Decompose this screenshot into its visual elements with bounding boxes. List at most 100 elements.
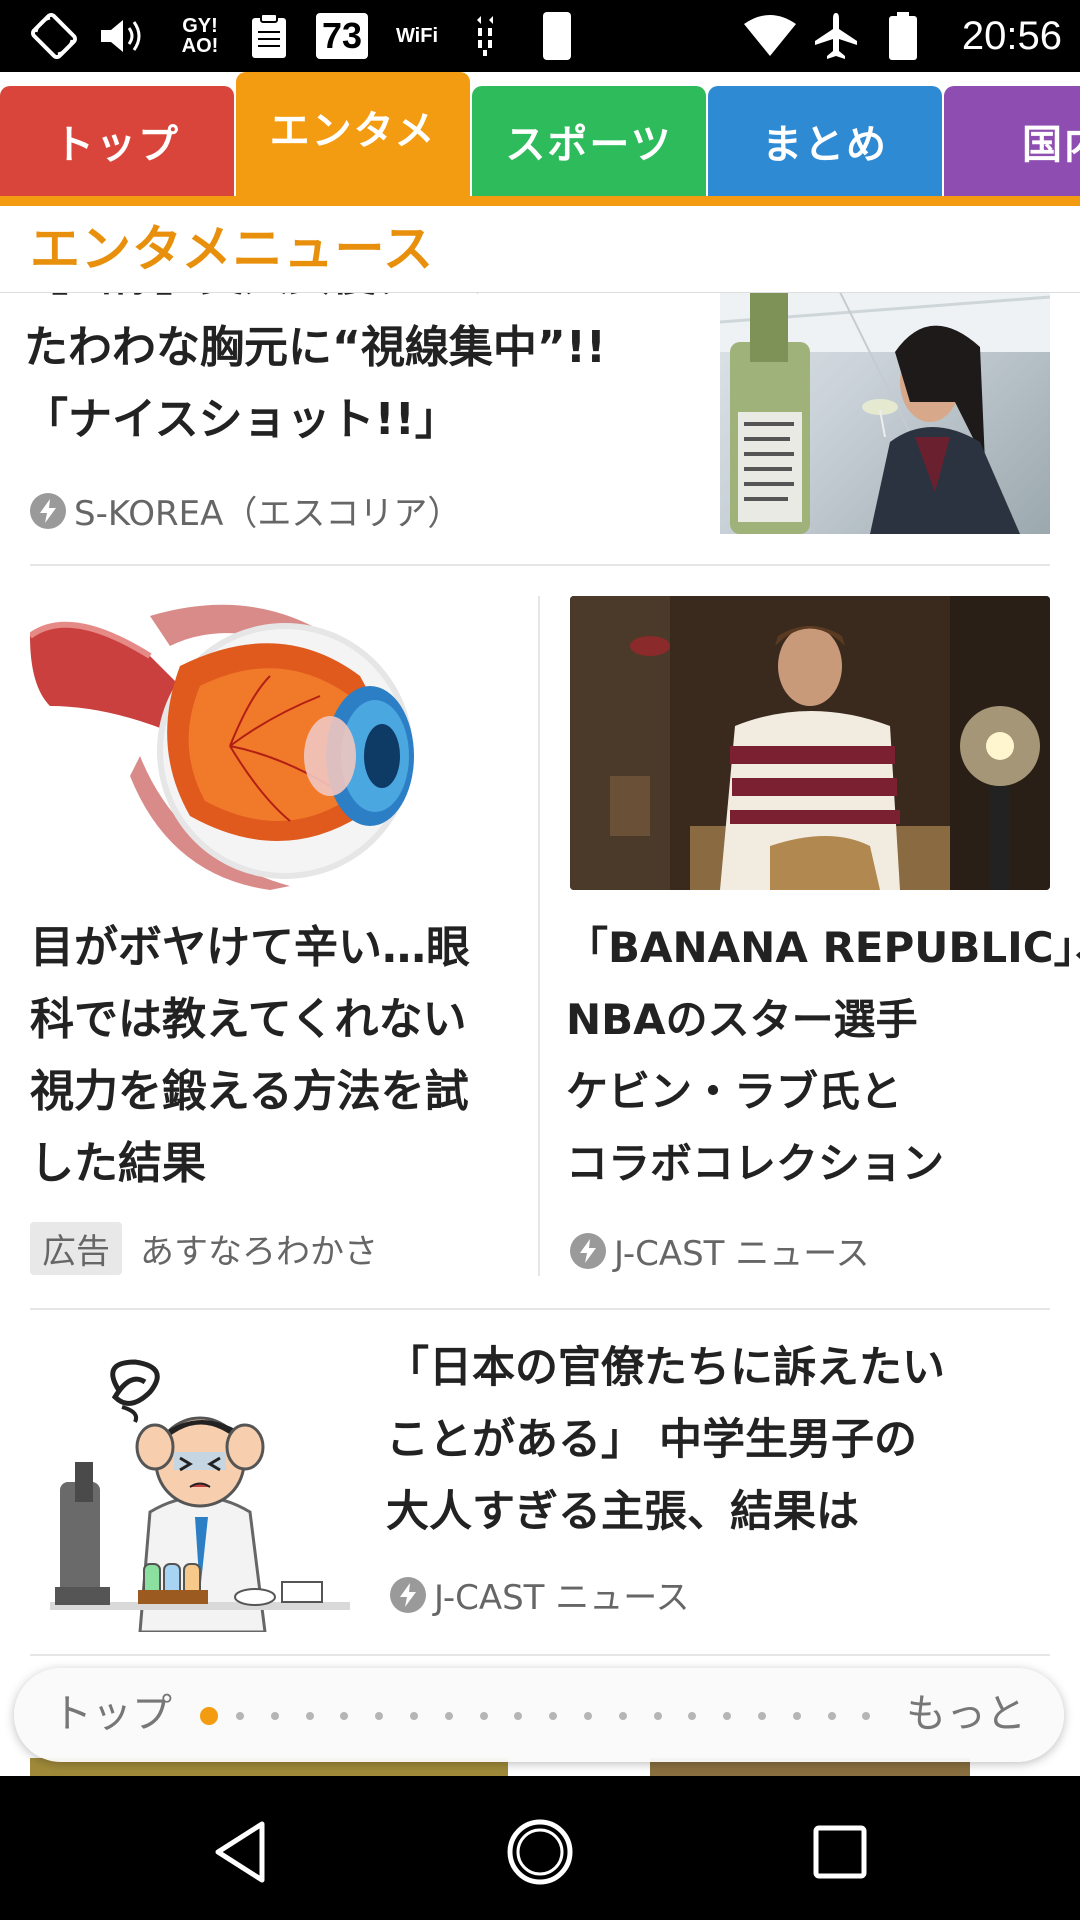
page-indicator-bar[interactable]: トップ もっと bbox=[14, 1668, 1064, 1762]
woman-with-wine-photo[interactable] bbox=[720, 292, 1050, 534]
column-divider bbox=[538, 596, 540, 1276]
headline-line: した結果 bbox=[30, 1138, 206, 1189]
pager-more-link[interactable]: もっと bbox=[906, 1686, 1026, 1742]
pager-top-link[interactable]: トップ bbox=[52, 1686, 172, 1742]
news-feed[interactable]: 【画像】美人女優ダンテの たわわな胸元に“視線集中”!! 「ナイスショット!!」… bbox=[0, 292, 1080, 1776]
page-dot[interactable] bbox=[862, 1712, 871, 1720]
tab-label: 国内 bbox=[1022, 122, 1080, 168]
recents-button[interactable] bbox=[800, 1812, 880, 1892]
page-dots bbox=[200, 1706, 897, 1726]
source-label: あすなろわかさ bbox=[140, 1232, 378, 1272]
headline-line: コラボコレクション bbox=[566, 1139, 945, 1188]
battery-icon bbox=[886, 10, 920, 62]
back-button[interactable] bbox=[200, 1812, 280, 1892]
tabs-underline bbox=[0, 196, 1080, 206]
headline-line: NBAのスター選手 bbox=[566, 995, 918, 1044]
headline-line: 「ナイスショット!!」 bbox=[24, 394, 459, 445]
article-source: J-CAST ニュース bbox=[570, 1226, 870, 1275]
article-divider bbox=[30, 1654, 1050, 1656]
recents-icon bbox=[813, 1825, 867, 1879]
page-dot-active[interactable] bbox=[200, 1707, 218, 1725]
page-dot[interactable] bbox=[375, 1712, 384, 1720]
back-icon bbox=[215, 1821, 265, 1883]
article-source: S-KOREA（エスコリア） bbox=[30, 486, 461, 535]
article-headline[interactable]: 「BANANA REPUBLIC」、 NBAのスター選手 ケビン・ラブ氏と コラ… bbox=[566, 912, 1080, 1200]
moon-icon bbox=[540, 10, 574, 62]
source-label: J-CAST ニュース bbox=[614, 1234, 870, 1274]
page-dot[interactable] bbox=[479, 1712, 488, 1720]
wifi-signal-icon bbox=[740, 10, 800, 62]
headline-line: ことがある」 中学生男子の bbox=[386, 1415, 917, 1465]
headline-line: ケビン・ラブ氏と bbox=[566, 1067, 903, 1116]
confused-scientist-illustration[interactable] bbox=[40, 1352, 350, 1632]
page-dot[interactable] bbox=[514, 1712, 523, 1720]
page-dot[interactable] bbox=[409, 1712, 418, 1720]
status-bar: GY! AO! 73 WiFi 20:56 bbox=[0, 0, 1080, 72]
tab-matome[interactable]: まとめ bbox=[708, 86, 942, 196]
headline-line: 目がボヤけて辛い…眼 bbox=[30, 922, 470, 973]
wifi-app-icon: WiFi bbox=[390, 10, 444, 62]
airplane-icon bbox=[808, 10, 864, 62]
page-dot[interactable] bbox=[340, 1712, 349, 1720]
tab-sports[interactable]: スポーツ bbox=[472, 86, 706, 196]
gyao-icon: GY! AO! bbox=[174, 10, 226, 62]
headline-line: 視力を鍛える方法を試 bbox=[30, 1066, 469, 1117]
tab-entame[interactable]: エンタメ bbox=[236, 72, 470, 196]
headline-line: たわわな胸元に“視線集中”!! bbox=[24, 322, 606, 373]
man-in-sweater-photo[interactable] bbox=[570, 596, 1050, 890]
article-divider bbox=[30, 1308, 1050, 1310]
source-label: J-CAST ニュース bbox=[434, 1578, 690, 1618]
volume-icon bbox=[96, 10, 148, 62]
lightning-icon bbox=[570, 1232, 606, 1269]
home-icon bbox=[507, 1819, 573, 1885]
gyao-label: GY! AO! bbox=[181, 15, 219, 57]
page-dot[interactable] bbox=[305, 1712, 314, 1720]
headline-line: 大人すぎる主張、結果は bbox=[386, 1487, 859, 1537]
lightning-icon bbox=[30, 492, 66, 529]
page-dot[interactable] bbox=[653, 1712, 662, 1720]
tab-label: スポーツ bbox=[505, 122, 673, 168]
tab-kokunai[interactable]: 国内 bbox=[944, 86, 1080, 196]
page-dot[interactable] bbox=[792, 1712, 801, 1720]
tab-top[interactable]: トップ bbox=[0, 86, 234, 196]
usb-icon bbox=[470, 10, 500, 62]
ad-badge: 広告 bbox=[30, 1222, 122, 1275]
headline-line: 科では教えてくれない bbox=[30, 994, 467, 1045]
badge-73-label: 73 bbox=[316, 13, 368, 59]
article-divider bbox=[30, 564, 1050, 566]
page-dot[interactable] bbox=[270, 1712, 279, 1720]
source-label: S-KOREA（エスコリア） bbox=[74, 494, 462, 534]
section-title: エンタメニュース bbox=[30, 220, 434, 278]
page-dot[interactable] bbox=[236, 1712, 244, 1720]
home-button[interactable] bbox=[500, 1812, 580, 1892]
navigation-bar bbox=[0, 1776, 1080, 1920]
article-headline[interactable]: 「日本の官僚たちに訴えたい ことがある」 中学生男子の 大人すぎる主張、結果は bbox=[386, 1332, 1066, 1548]
tab-label: トップ bbox=[54, 122, 180, 168]
article-source: 広告 あすなろわかさ bbox=[30, 1222, 378, 1275]
category-tabs: トップ エンタメ スポーツ まとめ 国内 bbox=[0, 72, 1080, 206]
clipboard-icon bbox=[246, 10, 292, 62]
page-dot[interactable] bbox=[757, 1712, 766, 1720]
page-dot[interactable] bbox=[549, 1712, 558, 1720]
article-headline[interactable]: 【画像】美人女優ダンテの たわわな胸元に“視線集中”!! 「ナイスショット!!」 bbox=[24, 292, 714, 456]
page-dot[interactable] bbox=[723, 1712, 732, 1720]
clock: 20:56 bbox=[961, 14, 1062, 58]
badge-73-icon: 73 bbox=[314, 10, 370, 62]
article-headline[interactable]: 目がボヤけて辛い…眼 科では教えてくれない 視力を鍛える方法を試 した結果 bbox=[30, 912, 490, 1200]
tab-label: まとめ bbox=[762, 122, 888, 168]
headline-line: 「BANANA REPUBLIC」、 bbox=[566, 923, 1080, 972]
tab-label: エンタメ bbox=[269, 108, 437, 154]
rotate-icon bbox=[28, 10, 80, 62]
headline-line: 「日本の官僚たちに訴えたい bbox=[386, 1343, 945, 1393]
page-dot[interactable] bbox=[688, 1712, 697, 1720]
eyeball-illustration[interactable] bbox=[30, 596, 460, 890]
wifi-app-label: WiFi bbox=[395, 25, 439, 47]
page-dot[interactable] bbox=[444, 1712, 453, 1720]
page-dot[interactable] bbox=[827, 1712, 836, 1720]
headline-line: 【画像】美人女優ダンテの bbox=[24, 292, 714, 312]
page-dot[interactable] bbox=[583, 1712, 592, 1720]
section-header: エンタメニュース bbox=[0, 206, 1080, 293]
lightning-icon bbox=[390, 1576, 426, 1613]
article-source: J-CAST ニュース bbox=[390, 1570, 690, 1619]
page-dot[interactable] bbox=[618, 1712, 627, 1720]
